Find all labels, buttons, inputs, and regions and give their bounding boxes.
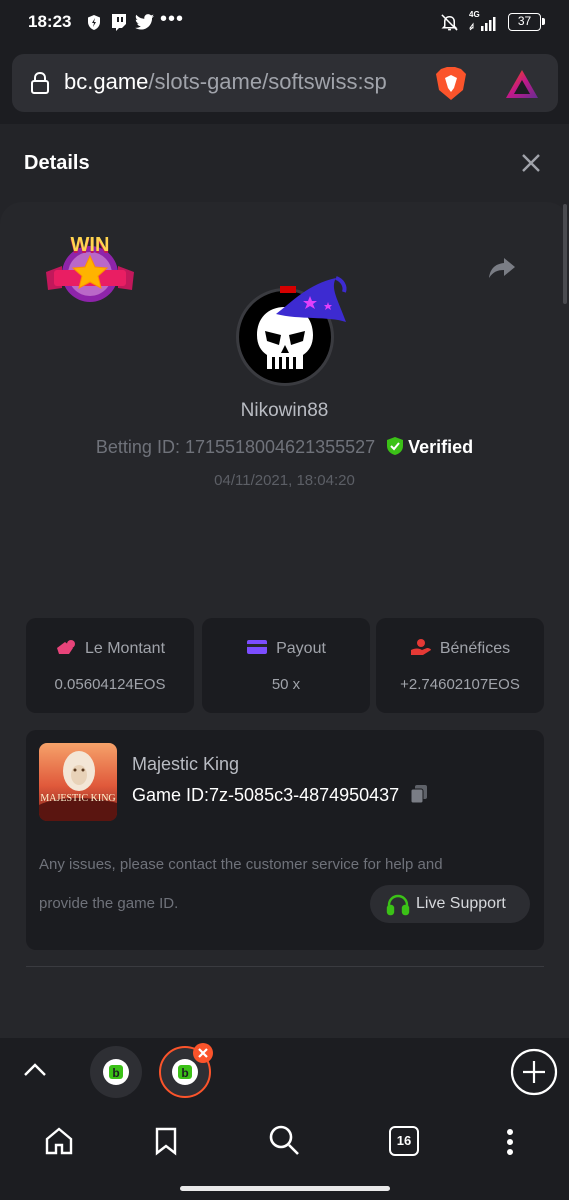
live-support-label: Live Support bbox=[416, 895, 506, 912]
bookmark-icon[interactable] bbox=[154, 1126, 178, 1161]
tab-count-button[interactable]: 16 bbox=[389, 1126, 419, 1156]
stat-payout-label: Payout bbox=[276, 640, 326, 657]
scrollbar[interactable] bbox=[563, 204, 567, 304]
mute-bell-icon bbox=[440, 13, 459, 37]
game-id-value: 7z-5085c3-4874950437 bbox=[209, 785, 400, 805]
lock-icon[interactable] bbox=[30, 71, 50, 100]
live-support-button[interactable]: Live Support bbox=[370, 885, 530, 923]
betting-id-row: Betting ID: 1715518004621355527 Verified bbox=[0, 436, 569, 461]
tab-switcher-tab-1[interactable]: b bbox=[90, 1046, 142, 1098]
twitter-icon bbox=[135, 14, 154, 35]
wizard-hat-icon bbox=[272, 272, 350, 337]
game-thumbnail-title: MAJESTIC KING bbox=[40, 793, 116, 804]
svg-text:b: b bbox=[181, 1066, 188, 1080]
verified-label: Verified bbox=[408, 437, 474, 457]
game-name[interactable]: Majestic King bbox=[132, 754, 239, 775]
stat-profit-label: Bénéfices bbox=[439, 640, 511, 657]
url-text[interactable]: bc.game/slots-game/softswiss:sp bbox=[64, 69, 387, 95]
close-icon[interactable] bbox=[520, 152, 542, 179]
verified-shield-icon bbox=[386, 436, 404, 461]
twitch-icon bbox=[110, 13, 127, 36]
game-id-label: Game ID: bbox=[132, 785, 210, 805]
battery-level: 37 bbox=[517, 14, 532, 28]
details-page: Details WIN Nikowin88 Betting ID: 171551… bbox=[0, 124, 569, 1038]
support-message-line2: provide the game ID. bbox=[39, 895, 179, 912]
game-info-panel: MAJESTIC KING Majestic King Game ID:7z-5… bbox=[26, 730, 544, 950]
stat-amount: Le Montant 0.05604124EOS bbox=[26, 618, 194, 713]
svg-text:b: b bbox=[112, 1066, 119, 1080]
share-icon[interactable] bbox=[488, 256, 516, 285]
win-badge-label: WIN bbox=[70, 234, 110, 256]
brave-rewards-icon[interactable] bbox=[504, 68, 540, 105]
search-icon[interactable] bbox=[268, 1124, 300, 1161]
bet-details-card: WIN Nikowin88 Betting ID: 17155180046213… bbox=[0, 202, 569, 1038]
browser-bottom-bar: b b 16 bbox=[0, 1038, 569, 1200]
copy-icon[interactable] bbox=[410, 784, 428, 809]
support-message-line1: Any issues, please contact the customer … bbox=[39, 856, 443, 873]
status-bar: 18:23 ••• 4G 37 bbox=[0, 0, 569, 46]
stat-payout: Payout 50 x bbox=[202, 618, 370, 713]
chevron-up-icon[interactable] bbox=[22, 1060, 48, 1083]
bet-datetime: 04/11/2021, 18:04:20 bbox=[214, 472, 355, 489]
shield-bolt-icon bbox=[86, 14, 102, 36]
signal-icon bbox=[468, 14, 500, 37]
player-name: Nikowin88 bbox=[240, 400, 329, 421]
address-bar[interactable]: bc.game/slots-game/softswiss:sp bbox=[12, 54, 558, 112]
win-badge: WIN bbox=[44, 232, 136, 304]
new-tab-plus-icon[interactable] bbox=[510, 1048, 558, 1101]
url-path: /slots-game/softswiss:sp bbox=[148, 69, 387, 94]
battery-icon: 37 bbox=[508, 13, 545, 31]
profit-hand-icon bbox=[410, 639, 431, 655]
stat-profit: Bénéfices +2.74602107EOS bbox=[376, 618, 544, 713]
betting-id: Betting ID: 1715518004621355527 bbox=[95, 437, 376, 457]
more-menu-icon[interactable] bbox=[506, 1128, 514, 1161]
tab-count: 16 bbox=[396, 1133, 412, 1148]
stat-amount-label: Le Montant bbox=[84, 640, 166, 657]
details-title: Details bbox=[24, 152, 90, 174]
more-notifications-icon: ••• bbox=[160, 8, 185, 30]
game-id-row: Game ID:7z-5085c3-4874950437 bbox=[132, 784, 428, 809]
stat-profit-value: +2.74602107EOS bbox=[400, 676, 520, 693]
browser-toolbar: bc.game/slots-game/softswiss:sp bbox=[0, 46, 569, 124]
url-domain: bc.game bbox=[64, 69, 149, 94]
gesture-bar[interactable] bbox=[180, 1186, 390, 1191]
brave-shield-icon[interactable] bbox=[434, 66, 468, 107]
status-time: 18:23 bbox=[28, 12, 72, 31]
headset-icon bbox=[386, 894, 410, 921]
close-tab-icon[interactable] bbox=[192, 1042, 214, 1069]
divider bbox=[26, 966, 544, 967]
lion-icon bbox=[39, 751, 117, 821]
coins-icon bbox=[56, 640, 75, 654]
home-icon[interactable] bbox=[44, 1126, 74, 1161]
stat-amount-value: 0.05604124EOS bbox=[54, 676, 166, 693]
bc-game-favicon-icon: b bbox=[102, 1058, 130, 1091]
stat-payout-value: 50 x bbox=[271, 676, 301, 693]
card-icon bbox=[247, 640, 268, 654]
game-thumbnail[interactable]: MAJESTIC KING bbox=[39, 743, 117, 821]
